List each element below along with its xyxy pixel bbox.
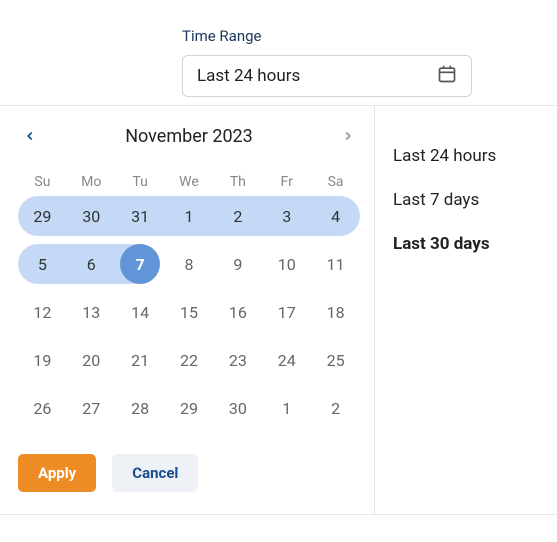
day-cell[interactable]: 20 bbox=[67, 340, 116, 380]
time-range-header: Time Range bbox=[0, 0, 557, 45]
day-cell[interactable]: 11 bbox=[311, 244, 360, 284]
preset-item[interactable]: Last 7 days bbox=[393, 178, 557, 222]
day-cell[interactable]: 21 bbox=[116, 340, 165, 380]
day-number: 6 bbox=[87, 255, 96, 274]
day-number: 29 bbox=[180, 399, 198, 418]
day-number: 30 bbox=[82, 207, 100, 226]
preset-item[interactable]: Last 24 hours bbox=[393, 134, 557, 178]
weekday-label: We bbox=[165, 168, 214, 196]
apply-button[interactable]: Apply bbox=[18, 454, 96, 492]
day-cell[interactable]: 14 bbox=[116, 292, 165, 332]
day-number: 29 bbox=[33, 207, 51, 226]
calendar-header: November 2023 bbox=[18, 118, 360, 160]
weekday-label: Sa bbox=[311, 168, 360, 196]
action-buttons: Apply Cancel bbox=[18, 454, 360, 492]
day-number: 31 bbox=[131, 207, 149, 226]
day-cell[interactable]: 10 bbox=[262, 244, 311, 284]
day-number: 23 bbox=[229, 351, 247, 370]
days-grid: 2930311234567891011121314151617181920212… bbox=[18, 196, 360, 428]
preset-item[interactable]: Last 30 days bbox=[393, 222, 557, 266]
time-range-value: Last 24 hours bbox=[197, 66, 437, 86]
day-cell[interactable]: 6 bbox=[67, 244, 116, 284]
day-cell[interactable]: 26 bbox=[18, 388, 67, 428]
weekday-label: Fr bbox=[262, 168, 311, 196]
day-cell[interactable]: 28 bbox=[116, 388, 165, 428]
day-cell[interactable]: 13 bbox=[67, 292, 116, 332]
day-number: 1 bbox=[184, 207, 193, 226]
time-range-label: Time Range bbox=[182, 27, 262, 45]
day-number: 11 bbox=[327, 255, 345, 274]
day-cell[interactable]: 2 bbox=[213, 196, 262, 236]
day-cell[interactable]: 18 bbox=[311, 292, 360, 332]
day-cell[interactable]: 31 bbox=[116, 196, 165, 236]
day-cell[interactable]: 30 bbox=[67, 196, 116, 236]
next-month-button[interactable] bbox=[336, 124, 360, 148]
day-number: 17 bbox=[278, 303, 296, 322]
time-range-input[interactable]: Last 24 hours bbox=[182, 55, 472, 97]
day-cell[interactable]: 12 bbox=[18, 292, 67, 332]
day-number: 18 bbox=[327, 303, 345, 322]
day-number: 22 bbox=[180, 351, 198, 370]
day-cell[interactable]: 1 bbox=[262, 388, 311, 428]
day-number: 3 bbox=[282, 207, 291, 226]
day-cell[interactable]: 22 bbox=[165, 340, 214, 380]
day-cell[interactable]: 27 bbox=[67, 388, 116, 428]
weekday-row: SuMoTuWeThFrSa bbox=[18, 168, 360, 196]
day-number: 2 bbox=[233, 207, 242, 226]
day-cell[interactable]: 23 bbox=[213, 340, 262, 380]
day-cell[interactable]: 1 bbox=[165, 196, 214, 236]
calendar-icon[interactable] bbox=[437, 64, 457, 88]
day-number: 28 bbox=[131, 399, 149, 418]
month-title: November 2023 bbox=[125, 126, 253, 147]
weekday-label: Th bbox=[213, 168, 262, 196]
calendar-panel: November 2023 SuMoTuWeThFrSa 29303112345… bbox=[0, 106, 375, 515]
day-cell[interactable]: 29 bbox=[18, 196, 67, 236]
day-number: 21 bbox=[131, 351, 149, 370]
weekday-label: Tu bbox=[116, 168, 165, 196]
day-cell[interactable]: 7 bbox=[116, 244, 165, 284]
day-cell[interactable]: 4 bbox=[311, 196, 360, 236]
date-picker-popup: November 2023 SuMoTuWeThFrSa 29303112345… bbox=[0, 105, 557, 515]
day-number: 12 bbox=[33, 303, 51, 322]
day-number: 19 bbox=[33, 351, 51, 370]
day-cell[interactable]: 29 bbox=[165, 388, 214, 428]
weekday-label: Mo bbox=[67, 168, 116, 196]
day-number: 26 bbox=[33, 399, 51, 418]
day-cell[interactable]: 30 bbox=[213, 388, 262, 428]
day-cell[interactable]: 2 bbox=[311, 388, 360, 428]
day-number: 2 bbox=[331, 399, 340, 418]
day-number: 14 bbox=[131, 303, 149, 322]
day-number: 20 bbox=[82, 351, 100, 370]
day-number: 27 bbox=[82, 399, 100, 418]
day-cell[interactable]: 16 bbox=[213, 292, 262, 332]
day-number: 4 bbox=[331, 207, 340, 226]
day-number: 9 bbox=[233, 255, 242, 274]
cancel-button[interactable]: Cancel bbox=[112, 454, 198, 492]
prev-month-button[interactable] bbox=[18, 124, 42, 148]
day-number: 5 bbox=[38, 255, 47, 274]
day-number: 15 bbox=[180, 303, 198, 322]
day-cell[interactable]: 15 bbox=[165, 292, 214, 332]
day-number: 8 bbox=[184, 255, 193, 274]
presets-panel: Last 24 hoursLast 7 daysLast 30 days bbox=[375, 106, 557, 515]
day-cell[interactable]: 9 bbox=[213, 244, 262, 284]
weekday-label: Su bbox=[18, 168, 67, 196]
day-cell[interactable]: 17 bbox=[262, 292, 311, 332]
day-cell[interactable]: 5 bbox=[18, 244, 67, 284]
day-cell[interactable]: 19 bbox=[18, 340, 67, 380]
day-number: 25 bbox=[327, 351, 345, 370]
day-cell[interactable]: 8 bbox=[165, 244, 214, 284]
day-number: 10 bbox=[278, 255, 296, 274]
day-cell[interactable]: 25 bbox=[311, 340, 360, 380]
day-number: 30 bbox=[229, 399, 247, 418]
day-number: 1 bbox=[282, 399, 291, 418]
day-number: 13 bbox=[82, 303, 100, 322]
day-number: 24 bbox=[278, 351, 296, 370]
day-number: 16 bbox=[229, 303, 247, 322]
selected-day: 7 bbox=[120, 244, 160, 284]
day-cell[interactable]: 24 bbox=[262, 340, 311, 380]
day-cell[interactable]: 3 bbox=[262, 196, 311, 236]
